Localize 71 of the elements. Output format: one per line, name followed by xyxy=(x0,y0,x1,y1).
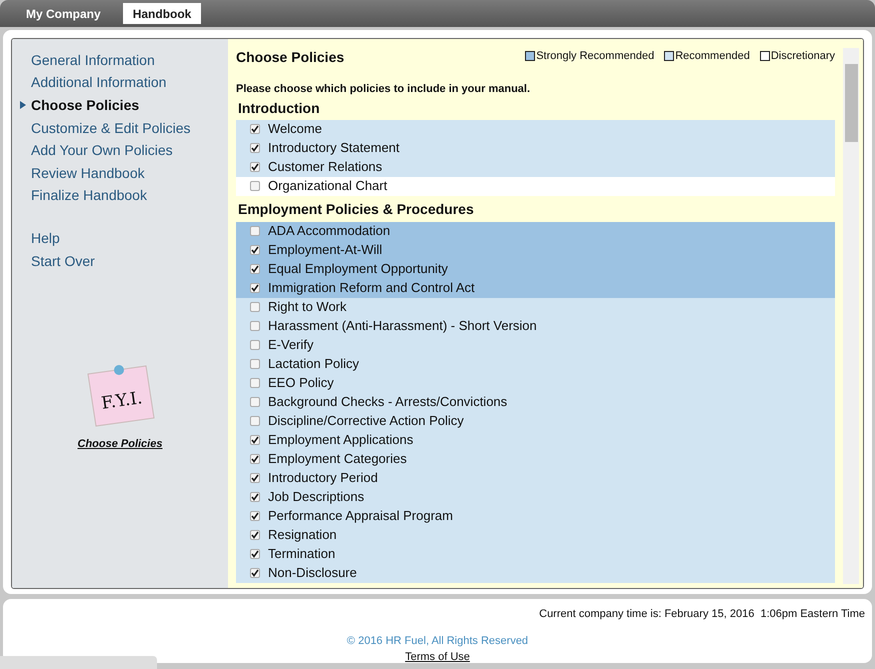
checkbox[interactable] xyxy=(250,321,260,331)
choose-policies-link[interactable]: Choose Policies xyxy=(78,436,162,453)
legend-swatch xyxy=(664,51,674,62)
checkbox[interactable] xyxy=(250,568,260,578)
nav-link[interactable]: Add Your Own Policies xyxy=(31,140,173,162)
checkbox[interactable] xyxy=(250,549,260,559)
checkbox[interactable] xyxy=(250,492,260,502)
policy-label: Employment Categories xyxy=(268,450,407,468)
policy-label: Introductory Period xyxy=(268,469,378,488)
legend-label: Strongly Recommended xyxy=(536,49,654,64)
checkbox[interactable] xyxy=(250,340,260,350)
policy-label: Immigration Reform and Control Act xyxy=(268,279,475,298)
policy-label: Employment-At-Will xyxy=(268,241,382,260)
checkbox[interactable] xyxy=(250,283,260,293)
checkbox[interactable] xyxy=(250,397,260,407)
section-heading: Employment Policies & Procedures xyxy=(237,200,475,219)
policy-label: Background Checks - Arrests/Convictions xyxy=(268,393,508,412)
checkbox[interactable] xyxy=(250,378,260,388)
terms-link[interactable]: Terms of Use xyxy=(405,649,470,666)
company-time: Current company time is: February 15, 2016 1:06pm Eastern Time xyxy=(539,607,865,622)
checkbox[interactable] xyxy=(250,124,260,134)
legend-swatch xyxy=(760,51,770,62)
policy-label: ADA Accommodation xyxy=(268,222,390,240)
nav-link[interactable]: Choose Policies xyxy=(31,94,140,116)
nav-link[interactable]: Customize & Edit Policies xyxy=(31,118,191,139)
checkbox[interactable] xyxy=(250,302,260,312)
checkbox[interactable] xyxy=(250,416,260,426)
checkbox[interactable] xyxy=(250,511,260,521)
nav-link[interactable]: Start Over xyxy=(31,250,95,272)
copyright-text: © 2016 HR Fuel, All Rights Reserved xyxy=(346,634,528,648)
instruction-text: Please choose which policies to include in your manual. xyxy=(236,82,532,97)
policy-label: Customer Relations xyxy=(268,158,382,176)
policy-label: Equal Employment Opportunity xyxy=(268,260,448,278)
checkbox[interactable] xyxy=(250,359,260,369)
checkbox[interactable] xyxy=(250,181,260,191)
legend-swatch xyxy=(525,51,536,62)
policy-label: Performance Appraisal Program xyxy=(268,507,453,526)
nav-link[interactable]: Review Handbook xyxy=(31,162,145,184)
top-tab[interactable]: My Company xyxy=(26,3,101,24)
page-title: Choose Policies xyxy=(236,48,344,67)
policy-label: Termination xyxy=(268,545,336,564)
checkbox[interactable] xyxy=(250,530,260,540)
policy-label: Non-Disclosure xyxy=(268,564,357,582)
checkbox[interactable] xyxy=(250,162,260,172)
policy-label: Organizational Chart xyxy=(268,177,388,196)
policy-label: Employment Applications xyxy=(268,431,414,450)
checkbox[interactable] xyxy=(250,264,260,274)
policy-label: Resignation xyxy=(268,526,337,544)
legend-label: Recommended xyxy=(675,49,750,64)
policy-label: Introductory Statement xyxy=(268,139,400,158)
policy-label: Right to Work xyxy=(268,298,347,316)
nav-link[interactable]: General Information xyxy=(31,50,155,71)
nav-link[interactable]: Finalize Handbook xyxy=(31,185,147,206)
checkbox[interactable] xyxy=(250,143,260,153)
checkbox[interactable] xyxy=(250,226,260,236)
policy-label: EEO Policy xyxy=(268,374,334,392)
policy-label: Lactation Policy xyxy=(268,355,360,374)
checkbox[interactable] xyxy=(250,473,260,483)
top-tab[interactable]: Handbook xyxy=(122,3,202,24)
policy-label: E-Verify xyxy=(268,336,314,354)
policy-label: Harassment (Anti-Harassment) - Short Version xyxy=(268,317,537,336)
checkbox[interactable] xyxy=(250,245,260,255)
checkbox[interactable] xyxy=(250,435,260,445)
policy-label: Discipline/Corrective Action Policy xyxy=(268,412,464,430)
policy-label: Welcome xyxy=(268,120,322,138)
checkbox[interactable] xyxy=(250,454,260,464)
nav-link[interactable]: Additional Information xyxy=(31,72,166,94)
section-heading: Introduction xyxy=(237,98,321,118)
policy-label: Job Descriptions xyxy=(268,488,364,506)
nav-link[interactable]: Help xyxy=(31,228,60,249)
legend-label: Discretionary xyxy=(770,49,835,64)
